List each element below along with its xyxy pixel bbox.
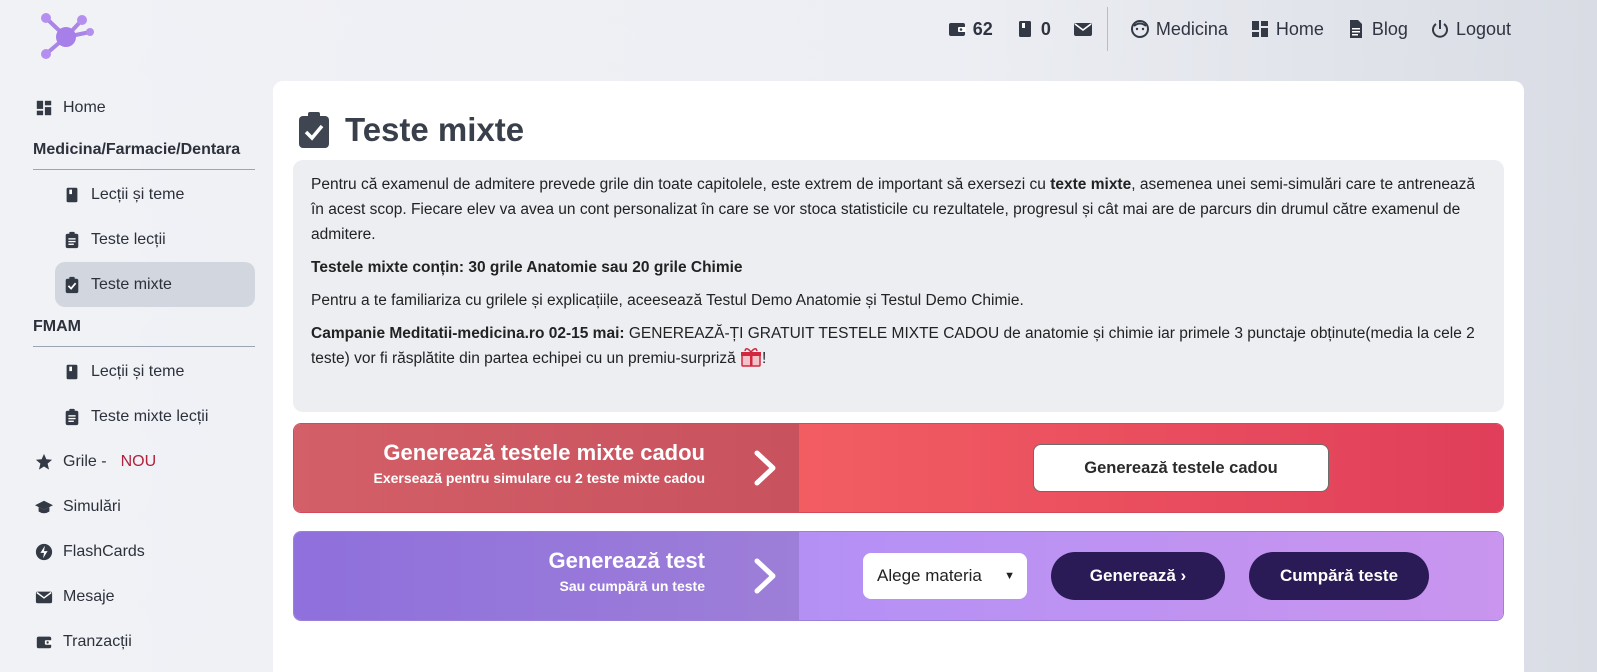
- top-navbar: 62 0 Medicina Home Blog Logout: [0, 0, 1597, 58]
- book-icon: [63, 363, 81, 381]
- clipboard-list-icon: [63, 231, 81, 249]
- subject-select[interactable]: Alege materia ▼: [863, 553, 1027, 599]
- sidebar-item-fmam-teste[interactable]: Teste mixte lecții: [33, 394, 255, 439]
- info-paragraph-1: Pentru că examenul de admitere prevede g…: [311, 176, 1475, 243]
- gift-banner-title: Generează testele mixte cadou: [383, 440, 705, 465]
- sidebar-section-medicina: Medicina/Farmacie/Dentara: [33, 130, 255, 170]
- document-icon: [1346, 19, 1366, 39]
- sidebar-item-lectii[interactable]: Lecții și teme: [33, 172, 255, 217]
- wallet-icon: [947, 19, 967, 39]
- sidebar-item-mesaje[interactable]: Mesaje: [33, 574, 255, 619]
- info-paragraph-2: Testele mixte conțin: 30 grile Anatomie …: [311, 259, 743, 276]
- envelope-icon: [35, 588, 53, 606]
- info-paragraph-3: Pentru a te familiariza cu grilele și ex…: [311, 292, 1024, 309]
- clipboard-check-icon: [63, 276, 81, 294]
- book-icon: [1015, 19, 1035, 39]
- sidebar-item-grile[interactable]: Grile - NOU: [33, 439, 255, 484]
- generate-test-button[interactable]: Generează ›: [1051, 552, 1225, 600]
- dashboard-icon: [35, 99, 53, 117]
- sidebar: Home Medicina/Farmacie/Dentara Lecții și…: [33, 85, 255, 664]
- info-paragraph-4: Campanie Meditatii-medicina.ro 02-15 mai…: [311, 325, 1475, 368]
- generate-banner-subtitle: Sau cumpără un teste: [559, 578, 706, 594]
- blog-link[interactable]: Blog: [1346, 19, 1408, 40]
- sidebar-item-tranzactii[interactable]: Tranzacții: [33, 619, 255, 664]
- generate-banner-text: Generează test Sau cumpără un teste: [294, 532, 799, 620]
- chevron-right-icon: [753, 557, 779, 595]
- book-counter[interactable]: 0: [1015, 19, 1051, 40]
- messages-link[interactable]: [1073, 19, 1093, 39]
- clipboard-list-icon: [63, 408, 81, 426]
- book-icon: [63, 186, 81, 204]
- page-title: Teste mixte: [345, 111, 525, 148]
- logout-link[interactable]: Logout: [1430, 19, 1511, 40]
- info-box: Pentru că examenul de admitere prevede g…: [293, 160, 1504, 412]
- sidebar-item-teste-mixte[interactable]: Teste mixte: [55, 262, 255, 307]
- caret-down-icon: ▼: [1004, 570, 1015, 582]
- face-icon: [1130, 19, 1150, 39]
- topbar-divider: [1106, 7, 1108, 51]
- new-badge: NOU: [120, 452, 157, 470]
- buy-tests-button[interactable]: Cumpără teste: [1249, 552, 1429, 600]
- gift-banner-actions: Generează testele cadou: [799, 424, 1503, 512]
- sidebar-item-fmam-lectii[interactable]: Lecții și teme: [33, 349, 255, 394]
- generate-gift-tests-button[interactable]: Generează testele cadou: [1033, 444, 1329, 492]
- generate-banner-title: Generează test: [548, 548, 705, 573]
- sidebar-item-flashcards[interactable]: FlashCards: [33, 529, 255, 574]
- profile-link[interactable]: Medicina: [1130, 19, 1228, 40]
- main-card: Teste mixte Pentru că examenul de admite…: [273, 81, 1524, 672]
- sidebar-item-teste-lectii[interactable]: Teste lecții: [33, 217, 255, 262]
- dashboard-icon: [1250, 19, 1270, 39]
- graduation-cap-icon: [35, 498, 53, 516]
- sidebar-section-fmam: FMAM: [33, 307, 255, 347]
- wallet-icon: [35, 633, 53, 651]
- gift-banner-subtitle: Exersează pentru simulare cu 2 teste mix…: [373, 470, 705, 486]
- home-link[interactable]: Home: [1250, 19, 1324, 40]
- power-icon: [1430, 19, 1450, 39]
- star-icon: [35, 453, 53, 471]
- gift-banner-text: Generează testele mixte cadou Exersează …: [294, 424, 799, 512]
- sidebar-item-home[interactable]: Home: [33, 85, 255, 130]
- gift-icon: [740, 346, 762, 368]
- clipboard-check-icon: [297, 111, 331, 149]
- envelope-icon: [1073, 19, 1093, 39]
- generate-test-banner: Generează test Sau cumpără un teste Aleg…: [293, 531, 1504, 621]
- bolt-icon: [35, 543, 53, 561]
- gift-tests-banner: Generează testele mixte cadou Exersează …: [293, 423, 1504, 513]
- sidebar-item-simulari[interactable]: Simulări: [33, 484, 255, 529]
- wallet-counter[interactable]: 62: [947, 19, 993, 40]
- generate-banner-actions: Alege materia ▼ Generează › Cumpără test…: [799, 532, 1503, 620]
- page-header: Teste mixte: [297, 111, 524, 149]
- chevron-right-icon: [753, 449, 779, 487]
